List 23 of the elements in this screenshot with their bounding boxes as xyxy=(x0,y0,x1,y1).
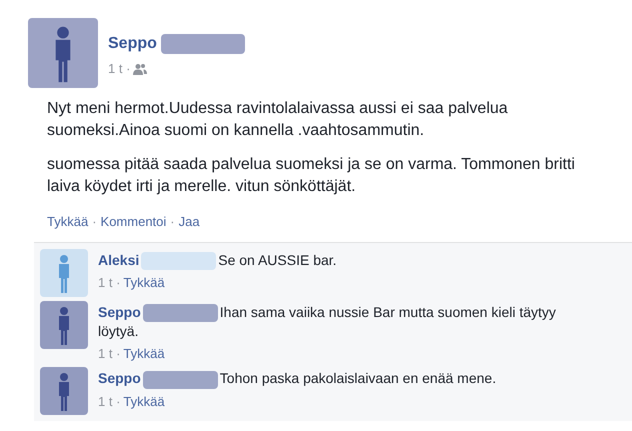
comment-text: Seppo Ihan sama vaiika nussie Bar mutta suomen kieli täytyy löytyä. xyxy=(98,302,557,341)
comment-time: 1 t · xyxy=(98,344,120,363)
comment-time: 1 t · xyxy=(98,392,120,411)
like-link[interactable]: Tykkää xyxy=(123,272,165,292)
comment-time: 1 t · xyxy=(98,274,120,292)
commenter-name[interactable]: Seppo xyxy=(98,370,141,386)
comment-text: Aleksi Se on AUSSIE bar. xyxy=(98,250,337,270)
post-time: 1 t · xyxy=(108,60,130,78)
like-link[interactable]: Tykkää xyxy=(123,344,165,364)
post-paragraph: Nyt meni hermot.Uudessa ravintolalaivassa aussi ei saa palvelua suomeksi.Ainoa suomi on kannella .vaahtosammutin. xyxy=(47,99,509,141)
commenter-name[interactable]: Aleksi xyxy=(98,252,140,268)
action-link[interactable]: Kommentoi xyxy=(100,212,166,232)
comment-text: Seppo Tohon paska pakolaislaivaan en enää mene. xyxy=(98,369,496,389)
post-paragraph: suomessa pitää saada palvelua suomeksi ja se on varma. Tommonen britti laiva köydet irti ja merelle. vitun sönköttäjät. xyxy=(47,155,576,197)
friends-icon xyxy=(133,62,148,75)
avatar-icon xyxy=(28,18,98,88)
like-link[interactable]: Tykkää xyxy=(123,392,165,412)
action-link[interactable]: Tykkää xyxy=(47,212,88,232)
action-link[interactable]: Jaa xyxy=(178,212,200,232)
author-name[interactable]: Seppo xyxy=(108,32,157,56)
separator-dot: · xyxy=(170,213,175,231)
separator-dot: · xyxy=(92,213,97,231)
commenter-name[interactable]: Seppo xyxy=(98,304,141,320)
